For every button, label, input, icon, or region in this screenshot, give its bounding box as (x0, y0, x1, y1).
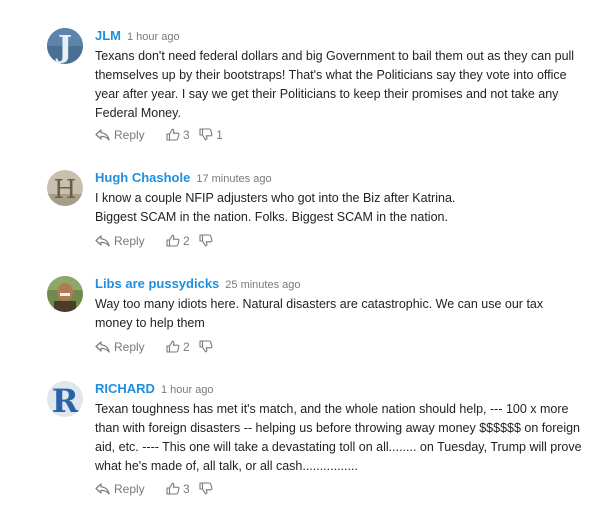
comment-actions: Reply 3 1 (95, 125, 223, 143)
comment-body-line: themselves up by their bootstraps! That'… (95, 68, 567, 82)
reply-button[interactable]: Reply (95, 480, 145, 498)
avatar-letter: R (52, 382, 79, 417)
comment-body-line: money to help them (95, 316, 205, 330)
comment-author[interactable]: Hugh Chashole (95, 170, 190, 185)
upvote-count: 3 (183, 481, 190, 496)
downvote-count: 1 (216, 127, 223, 142)
comment-author[interactable]: JLM (95, 28, 121, 43)
thumbs-up-icon (166, 234, 180, 247)
comment-meta: Libs are pussydicks 25 minutes ago (95, 276, 592, 292)
comment-body-line: I know a couple NFIP adjusters who got i… (95, 191, 456, 205)
reply-icon (95, 129, 110, 141)
comment: R RICHARD 1 hour ago Texan toughness has … (0, 381, 600, 501)
reply-button[interactable]: Reply (95, 338, 145, 356)
upvote-button[interactable]: 3 (166, 126, 190, 144)
avatar[interactable]: H (47, 170, 83, 206)
comment-timestamp: 17 minutes ago (196, 173, 272, 185)
reply-button[interactable]: Reply (95, 126, 145, 144)
reply-label: Reply (114, 233, 145, 248)
thumbs-down-icon (199, 482, 213, 495)
upvote-button[interactable]: 2 (166, 338, 190, 356)
comment-actions: Reply 2 (95, 231, 213, 249)
comment-author[interactable]: RICHARD (95, 381, 155, 396)
comment-body-line: Texans don't need federal dollars and bi… (95, 49, 575, 63)
comment: H Hugh Chashole 17 minutes ago I know a c… (0, 170, 600, 250)
avatar[interactable]: R (47, 381, 83, 417)
comment-list: J JLM 1 hour ago Texans don't need federa… (0, 0, 600, 510)
thumbs-up-icon (166, 128, 180, 141)
comment-body-line: aid, etc. ---- This one will take a deva… (95, 440, 582, 454)
thumbs-down-icon (199, 340, 213, 353)
reply-icon (95, 341, 110, 353)
comment-body: Texan toughness has met it's match, and … (95, 400, 592, 476)
comment-body: Way too many idiots here. Natural disast… (95, 295, 592, 333)
avatar-image: H (47, 170, 83, 206)
reply-button[interactable]: Reply (95, 232, 145, 250)
comment-content: RICHARD 1 hour ago Texan toughness has me… (95, 381, 592, 476)
comment-meta: JLM 1 hour ago (95, 28, 592, 44)
upvote-button[interactable]: 3 (166, 480, 190, 498)
comment-actions: Reply 2 (95, 337, 213, 355)
comment: Libs are pussydicks 25 minutes ago Way to… (0, 276, 600, 356)
thumbs-down-icon (199, 234, 213, 247)
downvote-button[interactable]: 1 (199, 126, 223, 144)
comment-body-line: than with foreign disasters -- helping u… (95, 421, 581, 435)
avatar[interactable]: J (47, 28, 83, 64)
comment-body-line: Texan toughness has met it's match, and … (95, 402, 569, 416)
comment-body: Texans don't need federal dollars and bi… (95, 47, 592, 123)
reply-label: Reply (114, 127, 145, 142)
upvote-count: 3 (183, 127, 190, 142)
comment-timestamp: 25 minutes ago (225, 279, 301, 291)
comment-body-line: Federal Money. (95, 106, 181, 120)
downvote-button[interactable] (199, 234, 213, 247)
comment-content: JLM 1 hour ago Texans don't need federal … (95, 28, 592, 123)
comment-author[interactable]: Libs are pussydicks (95, 276, 219, 291)
avatar-letter: H (54, 175, 77, 205)
comment-body-line: Biggest SCAM in the nation. Folks. Bigge… (95, 210, 448, 224)
comment-body-line: year after year. I say we get their Poli… (95, 87, 559, 101)
thumbs-down-icon (199, 128, 213, 141)
downvote-button[interactable] (199, 340, 213, 353)
comment-meta: RICHARD 1 hour ago (95, 381, 592, 397)
reply-icon (95, 483, 110, 495)
comment: J JLM 1 hour ago Texans don't need federa… (0, 28, 600, 148)
upvote-button[interactable]: 2 (166, 232, 190, 250)
upvote-count: 2 (183, 233, 190, 248)
avatar-image: R (47, 381, 83, 417)
comment-content: Hugh Chashole 17 minutes ago I know a cou… (95, 170, 592, 227)
upvote-count: 2 (183, 339, 190, 354)
comment-meta: Hugh Chashole 17 minutes ago (95, 170, 592, 186)
downvote-button[interactable] (199, 482, 213, 495)
avatar-image: J (47, 28, 83, 64)
reply-icon (95, 235, 110, 247)
thumbs-up-icon (166, 340, 180, 353)
comment-body-line: Way too many idiots here. Natural disast… (95, 297, 544, 311)
avatar[interactable] (47, 276, 83, 312)
avatar-letter: J (55, 30, 72, 64)
reply-label: Reply (114, 339, 145, 354)
avatar-image (47, 276, 83, 312)
comment-timestamp: 1 hour ago (160, 384, 214, 396)
comment-body: I know a couple NFIP adjusters who got i… (95, 189, 592, 227)
comment-timestamp: 1 hour ago (127, 31, 180, 43)
comment-body-line: what he's made of, all talk, or all cash… (95, 459, 358, 473)
comment-actions: Reply 3 (95, 479, 213, 497)
thumbs-up-icon (166, 482, 180, 495)
reply-label: Reply (114, 481, 145, 496)
comment-content: Libs are pussydicks 25 minutes ago Way to… (95, 276, 592, 333)
